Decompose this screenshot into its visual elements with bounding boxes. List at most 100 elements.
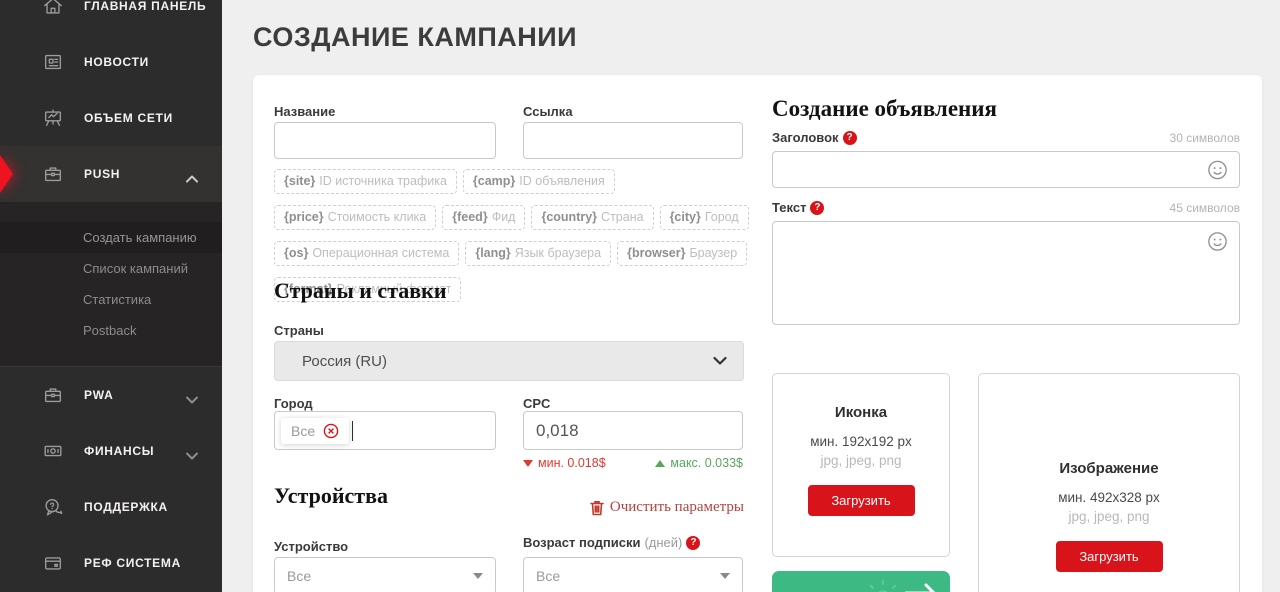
macro-tag-city[interactable]: {city} Город xyxy=(659,205,749,230)
push-submenu: Создать кампанию Список кампаний Статист… xyxy=(0,202,222,367)
subscription-age-label-row: Возраст подписки (дней) xyxy=(523,535,743,550)
caret-down-icon xyxy=(720,573,730,579)
text-char-limit: 45 символов xyxy=(1169,200,1240,215)
macro-tag-country[interactable]: {country} Страна xyxy=(531,205,654,230)
sidebar-item-label: PUSH xyxy=(84,167,121,181)
sidebar-item-dashboard[interactable]: ГЛАВНАЯ ПАНЕЛЬ xyxy=(0,0,222,34)
campaign-name-input[interactable] xyxy=(274,122,496,159)
chevron-down-icon xyxy=(713,352,727,370)
icon-upload-title: Иконка xyxy=(834,404,888,421)
countries-select[interactable]: Россия (RU) xyxy=(274,341,744,381)
sidebar-item-push[interactable]: PUSH xyxy=(0,146,222,202)
create-campaign-submit-button[interactable] xyxy=(772,571,950,592)
macro-desc: ID объявления xyxy=(519,174,605,188)
briefcase-icon xyxy=(42,384,64,406)
macro-tag-lang[interactable]: {lang} Язык браузера xyxy=(465,241,612,266)
banknote-icon xyxy=(42,440,64,462)
home-icon xyxy=(42,0,64,17)
device-select[interactable]: Все xyxy=(274,557,496,592)
macro-code: {price} xyxy=(284,210,324,224)
sidebar-item-label: ОБЪЕМ СЕТИ xyxy=(84,111,173,125)
city-label: Город xyxy=(274,396,313,411)
gear-icon xyxy=(860,575,906,592)
subscription-age-hint: (дней) xyxy=(644,535,683,550)
sidebar-item-postback[interactable]: Postback xyxy=(0,315,222,346)
image-upload-formats: jpg, jpeg, png xyxy=(1068,509,1150,524)
macro-code: {camp} xyxy=(472,174,516,188)
macro-desc: ID источника трафика xyxy=(319,174,447,188)
macro-code: {os} xyxy=(284,246,309,260)
headline-input[interactable] xyxy=(772,151,1240,188)
sidebar-item-label: НОВОСТИ xyxy=(84,55,149,69)
device-select-value: Все xyxy=(287,568,312,584)
sidebar-item-label: PWA xyxy=(84,388,114,402)
sidebar-item-ref-system[interactable]: РЕФ СИСТЕМА xyxy=(0,535,222,591)
city-chip: Все xyxy=(281,417,350,444)
cpc-input[interactable] xyxy=(523,411,743,450)
macro-desc: Город xyxy=(704,210,739,224)
arrow-right-icon xyxy=(904,581,938,592)
sidebar-item-pwa[interactable]: PWA xyxy=(0,367,222,423)
help-icon[interactable] xyxy=(810,200,825,215)
macro-tag-site[interactable]: {site} ID источника трафика xyxy=(274,169,457,194)
macro-tag-price[interactable]: {price} Стоимость клика xyxy=(274,205,437,230)
headline-char-limit: 30 символов xyxy=(1169,130,1240,145)
macro-tag-browser[interactable]: {browser} Браузер xyxy=(617,241,748,266)
city-chip-label: Все xyxy=(291,422,316,439)
macro-tag-camp[interactable]: {camp} ID объявления xyxy=(462,169,615,194)
icon-upload-button[interactable]: Загрузить xyxy=(807,485,915,516)
ad-text-input[interactable] xyxy=(772,221,1240,325)
device-label: Устройство xyxy=(274,539,349,554)
subscription-age-select[interactable]: Все xyxy=(523,557,743,592)
image-upload-button[interactable]: Загрузить xyxy=(1055,541,1163,572)
subscription-age-label: Возраст подписки xyxy=(523,535,641,550)
sidebar-item-support[interactable]: ПОДДЕРЖКА xyxy=(0,479,222,535)
help-icon[interactable] xyxy=(842,130,857,145)
sidebar-item-campaign-list[interactable]: Список кампаний xyxy=(0,253,222,284)
macro-desc: Стоимость клика xyxy=(327,210,427,224)
headline-label-row: Заголовок 30 символов xyxy=(772,130,1240,145)
sidebar-item-finances[interactable]: ФИНАНСЫ xyxy=(0,423,222,479)
headline-label: Заголовок xyxy=(772,130,839,145)
campaign-link-input[interactable] xyxy=(523,122,743,159)
macro-code: {city} xyxy=(669,210,701,224)
sidebar-item-statistics[interactable]: Статистика xyxy=(0,284,222,315)
text-label: Текст xyxy=(772,200,807,215)
macro-desc: Операционная система xyxy=(312,246,450,260)
macro-tag-feed[interactable]: {feed} Фид xyxy=(442,205,526,230)
image-upload-card: Изображение мин. 492x328 px jpg, jpeg, p… xyxy=(978,373,1240,592)
headline-input-wrap xyxy=(772,151,1240,188)
arrow-down-icon xyxy=(523,459,533,467)
support-chat-icon xyxy=(42,496,64,518)
clear-params-link[interactable]: Очистить параметры xyxy=(274,499,744,516)
sidebar-item-news[interactable]: НОВОСТИ xyxy=(0,34,222,90)
text-input-wrap xyxy=(772,221,1240,325)
sidebar-item-label: РЕФ СИСТЕМА xyxy=(84,556,181,570)
remove-chip-icon[interactable] xyxy=(323,423,339,439)
ad-section-heading: Создание объявления xyxy=(772,96,997,121)
text-label-row: Текст 45 символов xyxy=(772,200,1240,215)
sidebar-item-label: ПОДДЕРЖКА xyxy=(84,500,168,514)
cpc-range: мин. 0.018$ макс. 0.033$ xyxy=(523,456,743,470)
cpc-label: CPC xyxy=(523,396,551,411)
countries-section-heading: Страны и ставки xyxy=(274,278,447,303)
countries-label: Страны xyxy=(274,323,324,338)
sidebar-item-create-campaign[interactable]: Создать кампанию xyxy=(0,222,222,253)
sidebar-item-label: ГЛАВНАЯ ПАНЕЛЬ xyxy=(84,0,207,13)
macro-code: {country} xyxy=(541,210,598,224)
macro-desc: Язык браузера xyxy=(514,246,602,260)
city-input[interactable]: Все xyxy=(274,411,496,450)
cpc-min: мин. 0.018$ xyxy=(523,456,606,470)
macro-code: {site} xyxy=(284,174,316,188)
emoji-picker-icon[interactable] xyxy=(1206,158,1229,181)
chevron-down-icon xyxy=(186,391,198,404)
sidebar-item-network-volume[interactable]: ОБЪЕМ СЕТИ xyxy=(0,90,222,146)
macro-code: {lang} xyxy=(475,246,511,260)
macro-desc: Браузер xyxy=(689,246,738,260)
emoji-picker-icon[interactable] xyxy=(1206,230,1229,253)
link-label: Ссылка xyxy=(523,104,573,119)
help-icon[interactable] xyxy=(686,535,701,550)
macro-tag-os[interactable]: {os} Операционная система xyxy=(274,241,460,266)
trash-icon xyxy=(590,500,604,515)
countries-select-value: Россия (RU) xyxy=(302,352,388,370)
